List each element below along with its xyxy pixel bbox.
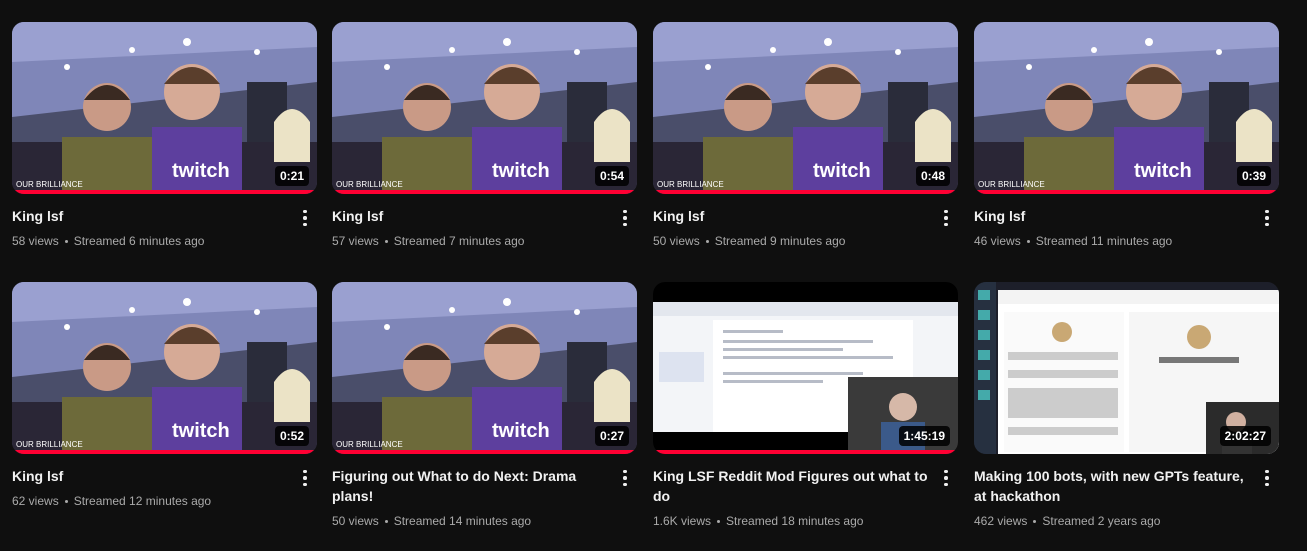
duration-badge: 0:21: [274, 166, 309, 186]
separator-dot: [1026, 240, 1030, 244]
video-stats: 50 views Streamed 14 minutes ago: [332, 512, 607, 530]
separator-dot: [64, 500, 68, 504]
video-card[interactable]: 0:48 King lsf 50 views Streamed 9 minutes…: [653, 22, 958, 250]
stream-age: Streamed 12 minutes ago: [73, 494, 212, 508]
separator-dot: [384, 240, 388, 244]
video-thumbnail[interactable]: 1:45:19: [653, 282, 958, 454]
separator-dot: [705, 240, 709, 244]
more-vert-icon[interactable]: [615, 206, 635, 230]
video-thumbnail[interactable]: 0:52: [12, 282, 317, 454]
thumbnail-image: [653, 22, 958, 194]
video-thumbnail[interactable]: 0:48: [653, 22, 958, 194]
video-title[interactable]: King lsf: [12, 206, 287, 226]
video-grid: 0:21 King lsf 58 views Streamed 6 minutes…: [0, 0, 1307, 551]
video-title[interactable]: King lsf: [12, 466, 287, 486]
video-meta: King LSF Reddit Mod Figures out what to …: [653, 454, 958, 530]
duration-badge: 0:27: [594, 426, 629, 446]
video-thumbnail[interactable]: 0:27: [332, 282, 637, 454]
separator-dot: [1033, 520, 1037, 524]
thumbnail-image: [332, 22, 637, 194]
video-stats: 462 views Streamed 2 years ago: [974, 512, 1249, 530]
video-title[interactable]: Making 100 bots, with new GPTs feature, …: [974, 466, 1249, 506]
video-stats: 46 views Streamed 11 minutes ago: [974, 232, 1249, 250]
video-card[interactable]: 1:45:19 King LSF Reddit Mod Figures out …: [653, 282, 958, 530]
duration-badge: 2:02:27: [1219, 426, 1271, 446]
more-vert-icon[interactable]: [936, 466, 956, 490]
more-vert-icon[interactable]: [295, 206, 315, 230]
view-count: 62 views: [12, 494, 59, 508]
video-stats: 62 views Streamed 12 minutes ago: [12, 492, 287, 510]
video-stats: 58 views Streamed 6 minutes ago: [12, 232, 287, 250]
view-count: 462 views: [974, 514, 1028, 528]
view-count: 50 views: [332, 514, 379, 528]
video-title[interactable]: King lsf: [653, 206, 928, 226]
view-count: 50 views: [653, 234, 700, 248]
stream-age: Streamed 14 minutes ago: [393, 514, 532, 528]
more-vert-icon[interactable]: [295, 466, 315, 490]
video-title[interactable]: King LSF Reddit Mod Figures out what to …: [653, 466, 928, 506]
video-meta: Making 100 bots, with new GPTs feature, …: [974, 454, 1279, 530]
view-count: 1.6K views: [653, 514, 712, 528]
video-card[interactable]: 0:52 King lsf 62 views Streamed 12 minute…: [12, 282, 317, 510]
video-meta: King lsf 57 views Streamed 7 minutes ago: [332, 194, 637, 250]
view-count: 57 views: [332, 234, 379, 248]
video-meta: King lsf 58 views Streamed 6 minutes ago: [12, 194, 317, 250]
video-title[interactable]: King lsf: [332, 206, 607, 226]
thumbnail-image: [332, 282, 637, 454]
video-thumbnail[interactable]: 2:02:27: [974, 282, 1279, 454]
stream-age: Streamed 18 minutes ago: [726, 514, 864, 528]
view-count: 58 views: [12, 234, 59, 248]
video-title[interactable]: Figuring out What to do Next: Drama plan…: [332, 466, 607, 506]
stream-age: Streamed 11 minutes ago: [1035, 234, 1173, 248]
video-thumbnail[interactable]: 0:54: [332, 22, 637, 194]
stream-age: Streamed 7 minutes ago: [393, 234, 525, 248]
stream-age: Streamed 2 years ago: [1042, 514, 1161, 528]
video-title[interactable]: King lsf: [974, 206, 1249, 226]
separator-dot: [384, 520, 388, 524]
more-vert-icon[interactable]: [615, 466, 635, 490]
duration-badge: 0:48: [915, 166, 950, 186]
video-meta: King lsf 50 views Streamed 9 minutes ago: [653, 194, 958, 250]
separator-dot: [717, 520, 721, 524]
video-card[interactable]: 0:21 King lsf 58 views Streamed 6 minutes…: [12, 22, 317, 250]
video-thumbnail[interactable]: 0:39: [974, 22, 1279, 194]
duration-badge: 0:39: [1236, 166, 1271, 186]
thumbnail-image: [12, 22, 317, 194]
view-count: 46 views: [974, 234, 1021, 248]
duration-badge: 1:45:19: [898, 426, 950, 446]
video-card[interactable]: 0:39 King lsf 46 views Streamed 11 minute…: [974, 22, 1279, 250]
more-vert-icon[interactable]: [1257, 466, 1277, 490]
video-meta: King lsf 62 views Streamed 12 minutes ago: [12, 454, 317, 510]
video-card[interactable]: 2:02:27 Making 100 bots, with new GPTs f…: [974, 282, 1279, 530]
video-stats: 57 views Streamed 7 minutes ago: [332, 232, 607, 250]
video-meta: King lsf 46 views Streamed 11 minutes ago: [974, 194, 1279, 250]
video-meta: Figuring out What to do Next: Drama plan…: [332, 454, 637, 530]
video-stats: 50 views Streamed 9 minutes ago: [653, 232, 928, 250]
video-stats: 1.6K views Streamed 18 minutes ago: [653, 512, 928, 530]
more-vert-icon[interactable]: [936, 206, 956, 230]
duration-badge: 0:52: [274, 426, 309, 446]
video-thumbnail[interactable]: 0:21: [12, 22, 317, 194]
video-card[interactable]: 0:27 Figuring out What to do Next: Drama…: [332, 282, 637, 530]
separator-dot: [64, 240, 68, 244]
thumbnail-image: [974, 22, 1279, 194]
more-vert-icon[interactable]: [1257, 206, 1277, 230]
stream-age: Streamed 6 minutes ago: [73, 234, 205, 248]
duration-badge: 0:54: [594, 166, 629, 186]
video-card[interactable]: 0:54 King lsf 57 views Streamed 7 minutes…: [332, 22, 637, 250]
stream-age: Streamed 9 minutes ago: [714, 234, 846, 248]
thumbnail-image: [12, 282, 317, 454]
